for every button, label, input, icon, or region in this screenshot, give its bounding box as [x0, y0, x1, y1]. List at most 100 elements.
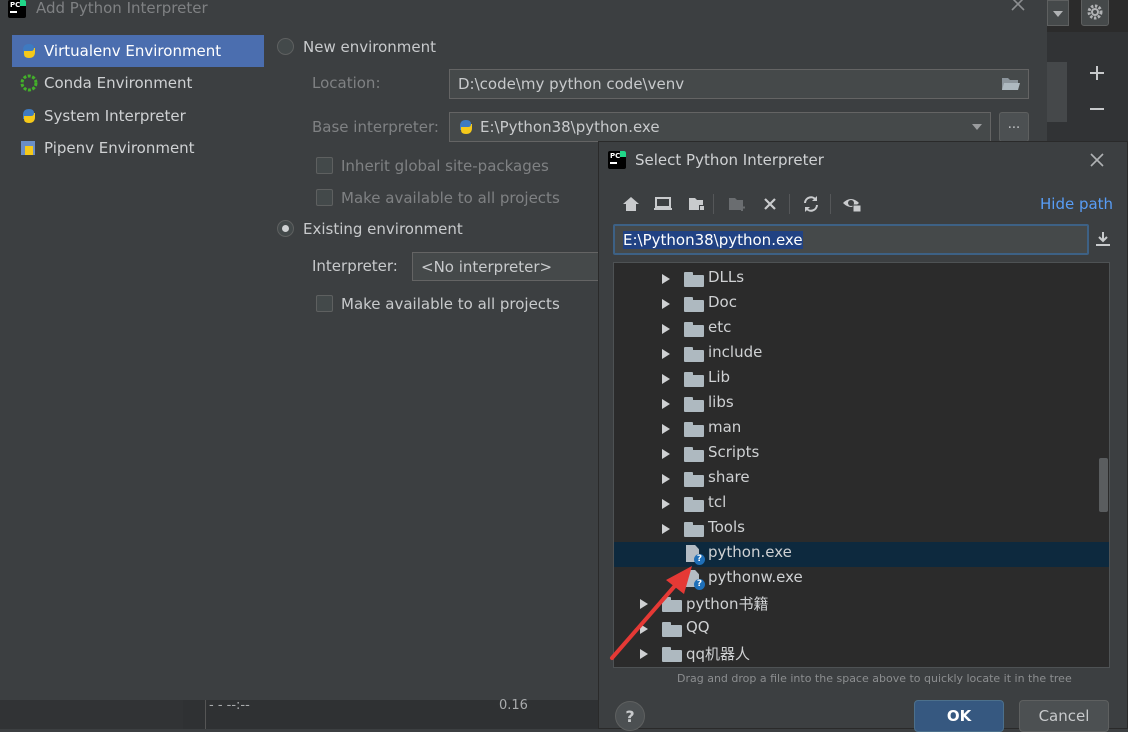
base-interpreter-select[interactable]: E:\Python38\python.exe — [449, 112, 991, 142]
python-icon — [456, 117, 476, 137]
conda-icon — [18, 72, 40, 94]
expand-arrow-icon[interactable] — [662, 324, 670, 334]
tree-folder-row[interactable]: man — [614, 417, 1109, 442]
folder-icon — [684, 422, 704, 437]
drag-drop-hint: Drag and drop a file into the space abov… — [677, 672, 1072, 685]
project-folder-icon[interactable] — [685, 192, 709, 216]
tree-folder-row[interactable]: Scripts — [614, 442, 1109, 467]
tree-folder-row[interactable]: Doc — [614, 292, 1109, 317]
existing-environment-radio[interactable] — [277, 220, 294, 237]
red-arrow-annotation — [610, 566, 692, 660]
location-value: D:\code\my python code\venv — [458, 75, 685, 93]
select-dialog-title: Select Python Interpreter — [635, 151, 824, 169]
sidebar-item-label: Conda Environment — [44, 74, 193, 92]
expand-arrow-icon[interactable] — [662, 424, 670, 434]
new-environment-label: New environment — [303, 38, 437, 56]
sidebar-item-label: Virtualenv Environment — [44, 42, 222, 60]
tree-item-label: tcl — [708, 493, 727, 511]
remove-icon[interactable] — [1089, 101, 1105, 117]
folder-icon — [684, 347, 704, 362]
expand-arrow-icon[interactable] — [662, 474, 670, 484]
tree-folder-row[interactable]: share — [614, 467, 1109, 492]
tree-folder-row[interactable]: DLLs — [614, 267, 1109, 292]
make-available-label-existing: Make available to all projects — [341, 295, 560, 313]
expand-arrow-icon[interactable] — [662, 374, 670, 384]
folder-icon — [684, 447, 704, 462]
path-field[interactable]: E:\Python38\python.exe — [613, 224, 1089, 255]
delete-icon[interactable] — [758, 192, 782, 216]
sidebar-item-system[interactable]: System Interpreter — [12, 100, 264, 132]
expand-arrow-icon[interactable] — [662, 349, 670, 359]
expand-arrow-icon[interactable] — [662, 274, 670, 284]
hide-path-link[interactable]: Hide path — [1040, 195, 1113, 213]
close-icon[interactable] — [1088, 151, 1106, 169]
location-label: Location: — [312, 74, 381, 92]
tree-item-label: pythonw.exe — [708, 568, 803, 586]
show-hidden-files-icon[interactable] — [840, 192, 864, 216]
expand-arrow-icon[interactable] — [662, 449, 670, 459]
expand-arrow-icon[interactable] — [662, 299, 670, 309]
tree-scrollbar[interactable] — [1099, 458, 1108, 512]
expand-arrow-icon[interactable] — [662, 524, 670, 534]
tree-item-label: etc — [708, 318, 732, 336]
pycharm-logo-icon: PC — [8, 0, 26, 18]
path-value: E:\Python38\python.exe — [623, 231, 803, 249]
expand-arrow-icon[interactable] — [662, 499, 670, 509]
tree-item-label: Scripts — [708, 443, 760, 461]
sidebar-item-conda[interactable]: Conda Environment — [12, 67, 264, 99]
inherit-packages-checkbox[interactable] — [316, 157, 333, 174]
bottom-right-text: 0.16 — [499, 698, 528, 713]
tree-folder-row[interactable]: etc — [614, 317, 1109, 342]
folder-icon — [684, 297, 704, 312]
folder-icon — [684, 497, 704, 512]
home-icon[interactable] — [619, 192, 643, 216]
sidebar-item-label: System Interpreter — [44, 107, 186, 125]
existing-environment-label: Existing environment — [303, 220, 463, 238]
ok-button[interactable]: OK — [914, 700, 1004, 732]
new-environment-radio[interactable] — [277, 38, 294, 55]
desktop-icon[interactable] — [651, 192, 675, 216]
folder-browse-icon[interactable] — [1001, 75, 1021, 93]
folder-icon — [684, 397, 704, 412]
make-available-checkbox-new[interactable] — [316, 189, 333, 206]
bottom-panel: - - --:-- 0.16 — [183, 698, 598, 729]
tree-folder-row[interactable]: tcl — [614, 492, 1109, 517]
tree-folder-row[interactable]: include — [614, 342, 1109, 367]
gear-icon[interactable] — [1081, 0, 1109, 26]
sidebar-bottom — [0, 700, 183, 729]
inherit-packages-label: Inherit global site-packages — [341, 157, 549, 175]
base-interpreter-value: E:\Python38\python.exe — [480, 118, 660, 136]
python-icon — [18, 40, 40, 62]
base-interpreter-browse-button[interactable]: ... — [999, 112, 1029, 142]
make-available-checkbox-existing[interactable] — [316, 295, 333, 312]
folder-icon — [684, 372, 704, 387]
tree-item-label: share — [708, 468, 750, 486]
tree-folder-row[interactable]: Tools — [614, 517, 1109, 542]
bottom-left-text: - - --:-- — [209, 698, 250, 713]
folder-icon — [684, 472, 704, 487]
cancel-button[interactable]: Cancel — [1019, 700, 1109, 732]
sidebar-item-virtualenv[interactable]: Virtualenv Environment — [12, 35, 264, 67]
interpreter-value: <No interpreter> — [421, 257, 553, 276]
download-icon[interactable] — [1094, 230, 1112, 248]
sidebar-item-label: Pipenv Environment — [44, 139, 195, 157]
tree-folder-row[interactable]: libs — [614, 392, 1109, 417]
make-available-label-new: Make available to all projects — [341, 189, 560, 207]
help-button[interactable]: ? — [615, 701, 645, 731]
sidebar-item-pipenv[interactable]: Pipenv Environment — [12, 132, 264, 164]
tree-item-label: python.exe — [708, 543, 792, 561]
add-icon[interactable] — [1089, 65, 1105, 81]
interpreter-select[interactable]: <No interpreter> — [412, 252, 612, 281]
close-icon[interactable] — [1008, 0, 1028, 16]
chevron-down-icon[interactable] — [1047, 0, 1069, 26]
location-field[interactable]: D:\code\my python code\venv — [449, 69, 1029, 99]
pipenv-icon — [18, 137, 40, 159]
tree-item-label: libs — [708, 393, 734, 411]
python-icon — [18, 105, 40, 127]
tree-item-label: man — [708, 418, 742, 436]
tree-folder-row[interactable]: Lib — [614, 367, 1109, 392]
tree-item-label: include — [708, 343, 763, 361]
expand-arrow-icon[interactable] — [662, 399, 670, 409]
refresh-icon[interactable] — [799, 192, 823, 216]
new-folder-icon[interactable] — [725, 192, 749, 216]
